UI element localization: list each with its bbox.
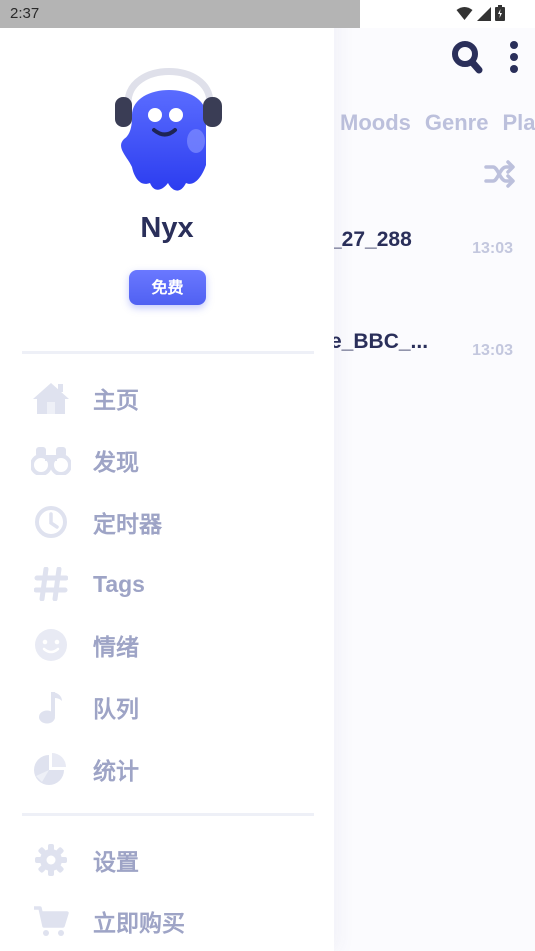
menu-label: 情绪 xyxy=(93,635,139,661)
menu-item-home[interactable]: 主页 xyxy=(30,373,320,423)
hashtag-icon xyxy=(30,563,72,605)
list-item[interactable]: _27_288 13:03 xyxy=(330,228,535,257)
menu-label: 定时器 xyxy=(93,512,162,538)
menu-item-stats[interactable]: 统计 xyxy=(30,744,320,794)
cart-icon xyxy=(30,900,72,942)
more-options-icon[interactable] xyxy=(509,41,519,77)
shuffle-icon[interactable] xyxy=(484,160,516,192)
divider xyxy=(22,813,314,816)
menu-item-settings[interactable]: 设置 xyxy=(30,835,320,885)
wifi-icon xyxy=(456,6,473,25)
menu-label: 统计 xyxy=(93,759,139,785)
menu-label: 主页 xyxy=(93,388,139,414)
avatar[interactable] xyxy=(110,55,228,195)
user-name: Nyx xyxy=(140,212,194,244)
menu-item-timer[interactable]: 定时器 xyxy=(30,497,320,547)
smiley-icon xyxy=(30,624,72,666)
home-icon xyxy=(30,377,72,419)
gear-icon xyxy=(30,839,72,881)
signal-icon xyxy=(477,6,491,25)
search-icon[interactable] xyxy=(451,40,483,78)
navigation-drawer: Nyx 免费 主页 发现 定时器 Tags 情绪 队列 统计 设置 立即购买 xyxy=(0,0,334,951)
plan-badge[interactable]: 免费 xyxy=(129,270,206,305)
menu-item-moods[interactable]: 情绪 xyxy=(30,620,320,670)
battery-icon xyxy=(495,5,505,25)
clock-icon xyxy=(30,501,72,543)
music-note-icon xyxy=(30,686,72,728)
tab-playlists[interactable]: Pla xyxy=(502,110,535,136)
binoculars-icon xyxy=(30,439,72,481)
divider xyxy=(22,351,314,354)
track-duration: 13:03 xyxy=(472,342,513,359)
status-icons xyxy=(456,5,505,25)
menu-item-queue[interactable]: 队列 xyxy=(30,682,320,732)
menu-label: 队列 xyxy=(93,697,139,723)
pie-chart-icon xyxy=(30,748,72,790)
track-duration: 13:03 xyxy=(472,240,513,257)
menu-item-buy-now[interactable]: 立即购买 xyxy=(30,896,320,946)
list-item[interactable]: e_BBC_... 13:03 xyxy=(330,330,535,359)
menu-label: 发现 xyxy=(93,450,139,476)
menu-label: 立即购买 xyxy=(93,911,185,937)
tab-moods[interactable]: Moods xyxy=(340,110,411,136)
top-actions xyxy=(451,40,519,78)
tab-genre[interactable]: Genre xyxy=(425,110,489,136)
menu-label: Tags xyxy=(93,570,145,597)
status-time: 2:37 xyxy=(10,5,40,22)
category-tabs: Moods Genre Pla xyxy=(340,110,535,136)
menu-item-discover[interactable]: 发现 xyxy=(30,435,320,485)
status-bar-scrim xyxy=(0,0,360,28)
menu-item-tags[interactable]: Tags xyxy=(30,559,320,609)
menu-label: 设置 xyxy=(93,850,139,876)
